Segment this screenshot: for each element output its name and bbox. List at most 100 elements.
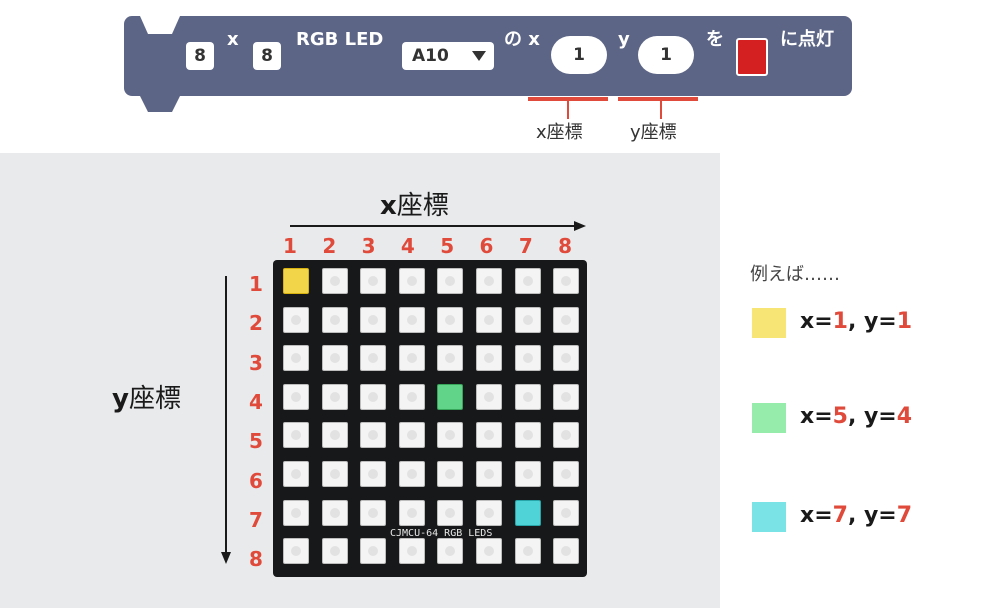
row-number: 3 (249, 350, 263, 375)
led (283, 422, 309, 449)
column-number: 6 (479, 234, 494, 258)
led (514, 538, 541, 565)
led (360, 499, 387, 526)
led (514, 345, 541, 372)
led (360, 538, 387, 565)
led-lit (283, 268, 309, 294)
y-label: y (618, 29, 630, 50)
led (553, 383, 580, 410)
x-input[interactable]: 1 (551, 36, 607, 74)
led (514, 268, 541, 294)
pin-dropdown[interactable]: A10 (402, 42, 494, 70)
color-swatch[interactable] (736, 38, 768, 76)
row-number: 5 (249, 429, 263, 454)
legend-label: x=5, y=4 (800, 404, 913, 429)
led (321, 345, 348, 372)
column-number: 8 (558, 234, 573, 258)
legend-label: x=7, y=7 (800, 503, 913, 528)
led (283, 499, 309, 526)
led (514, 422, 541, 449)
y-callout-label: y座標 (630, 122, 677, 143)
suffix-label: に点灯 (780, 29, 834, 50)
block-label: RGB LED (296, 29, 384, 50)
led (437, 499, 464, 526)
column-number: 2 (322, 234, 337, 258)
led (476, 461, 502, 487)
led (553, 422, 580, 449)
led (283, 383, 309, 410)
led (514, 306, 541, 333)
x-separator: x (227, 29, 239, 50)
led (321, 499, 348, 526)
led (437, 538, 464, 565)
led (476, 306, 502, 333)
led (553, 461, 580, 487)
led (398, 422, 425, 449)
y-axis-title: y座標 (112, 384, 181, 414)
led (398, 461, 425, 487)
led-lit (514, 499, 541, 526)
x-arrow-head-icon (574, 221, 586, 231)
led-lit (437, 383, 464, 410)
led (398, 345, 425, 372)
led (437, 268, 464, 294)
column-number: 3 (361, 234, 376, 258)
led (553, 345, 580, 372)
led (398, 383, 425, 410)
led (437, 306, 464, 333)
no-x-label: の x (504, 29, 540, 50)
example-title: 例えば…… (750, 264, 840, 285)
led (283, 461, 309, 487)
legend-swatch (752, 403, 786, 433)
led (398, 306, 425, 333)
led (553, 499, 580, 526)
led (553, 306, 580, 333)
led (321, 268, 348, 294)
led (476, 345, 502, 372)
row-number: 7 (249, 507, 263, 532)
led (398, 268, 425, 294)
pin-value: A10 (412, 46, 449, 66)
row-number: 8 (249, 547, 263, 572)
wo-label: を (706, 29, 724, 50)
led (360, 306, 387, 333)
led (476, 268, 502, 294)
legend-swatch (752, 308, 786, 338)
rows-field[interactable]: 8 (186, 42, 214, 70)
legend-label: x=1, y=1 (800, 309, 913, 334)
led (437, 461, 464, 487)
y-input[interactable]: 1 (638, 36, 694, 74)
led (398, 538, 425, 565)
led (360, 461, 387, 487)
led (360, 422, 387, 449)
led (398, 499, 425, 526)
led (283, 345, 309, 372)
led (321, 306, 348, 333)
dropdown-arrow-icon (472, 51, 486, 61)
y-arrow-head-icon (221, 552, 231, 564)
led (321, 422, 348, 449)
column-number: 5 (440, 234, 455, 258)
y-axis-arrow (225, 276, 227, 554)
x-axis-arrow (290, 225, 576, 227)
row-number: 2 (249, 311, 263, 336)
led (514, 383, 541, 410)
column-number: 4 (400, 234, 415, 258)
led (437, 422, 464, 449)
row-number: 4 (249, 389, 263, 414)
y-underline (618, 97, 698, 101)
column-number: 7 (518, 234, 533, 258)
column-number: 1 (283, 234, 297, 258)
y-callout-line (660, 101, 662, 119)
led (321, 461, 348, 487)
board-silkscreen: CJMCU-64 RGB LEDS (390, 528, 493, 539)
led (476, 499, 502, 526)
x-callout-label: x座標 (536, 122, 583, 143)
led (476, 422, 502, 449)
led (321, 538, 348, 565)
cols-field[interactable]: 8 (253, 42, 281, 70)
legend-swatch (752, 502, 786, 532)
led (321, 383, 348, 410)
led (283, 306, 309, 333)
row-number: 1 (249, 272, 263, 296)
